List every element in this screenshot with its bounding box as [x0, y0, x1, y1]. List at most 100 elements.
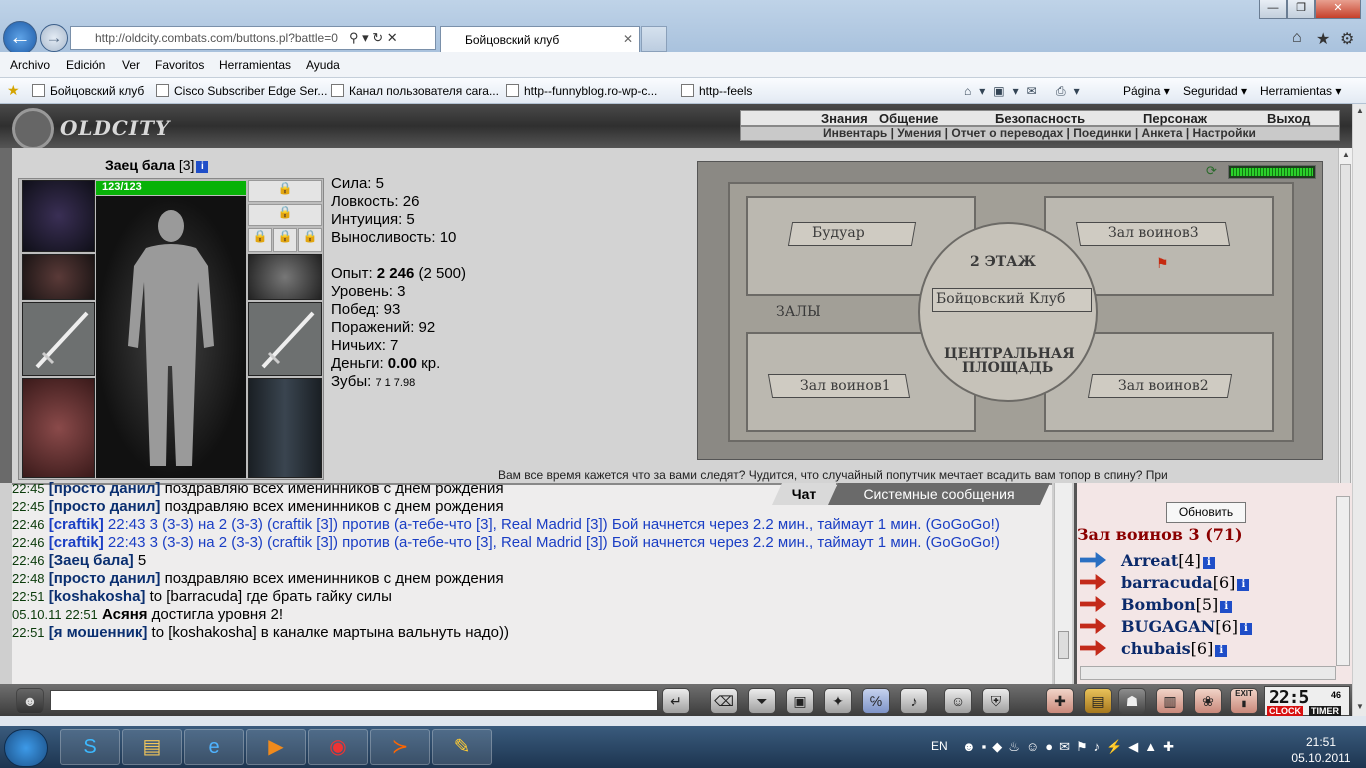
tab-active[interactable]: Бойцовский клуб ✕: [440, 26, 640, 52]
command-pagina[interactable]: Página ▾: [1123, 84, 1170, 98]
fight-icon[interactable]: ✦: [824, 688, 852, 714]
translit-icon[interactable]: ℅: [862, 688, 890, 714]
bag-icon[interactable]: ✚: [1046, 688, 1074, 714]
info-icon[interactable]: i: [1202, 557, 1215, 569]
info-icon[interactable]: i: [1239, 623, 1252, 635]
players-hscrollbar[interactable]: [1080, 666, 1336, 680]
command-seguridad[interactable]: Seguridad ▾: [1183, 84, 1247, 98]
paint-icon[interactable]: ✎: [432, 729, 492, 765]
media-player-icon[interactable]: ▶: [246, 729, 306, 765]
character-name[interactable]: Заец бала [3] i: [105, 157, 209, 173]
star-icon[interactable]: ★: [1316, 29, 1330, 49]
menu-herramientas[interactable]: Herramientas: [219, 58, 291, 72]
menu-bezopasnost[interactable]: Безопасность: [995, 111, 1085, 126]
weapon-right-slot[interactable]: [248, 302, 322, 376]
menu-ayuda[interactable]: Ayuda: [306, 58, 340, 72]
filter-icon[interactable]: ⏷: [748, 688, 776, 714]
gloves-slot[interactable]: [248, 254, 322, 300]
command-icons[interactable]: ⌂▾▣▾✉ ⎙▾: [964, 84, 1088, 99]
map-label-square[interactable]: ПЛОЩАДЬ: [962, 360, 1053, 376]
favorites-star-icon[interactable]: ★: [7, 82, 20, 99]
map-label-warriors1[interactable]: Зал воинов1: [800, 378, 891, 394]
player-item[interactable]: Arreat[4] i: [1080, 551, 1215, 570]
player-item[interactable]: chubais[6] i: [1080, 639, 1228, 658]
maximize-button[interactable]: ❐: [1287, 0, 1315, 19]
language-indicator[interactable]: EN: [931, 739, 948, 753]
helmet-icon[interactable]: ⛨: [982, 688, 1010, 714]
info-icon[interactable]: i: [196, 161, 209, 173]
chrome-icon[interactable]: ◉: [308, 729, 368, 765]
timer-label[interactable]: TIMER: [1309, 706, 1341, 716]
fish-icon[interactable]: ≻: [370, 729, 430, 765]
chat-scrollbar[interactable]: [1054, 483, 1072, 684]
send-icon[interactable]: ↵: [662, 688, 690, 714]
helmet-slot[interactable]: [22, 180, 95, 252]
fav-item[interactable]: Бойцовский клуб: [32, 84, 144, 98]
skype-icon[interactable]: S: [60, 729, 120, 765]
address-tools[interactable]: ⚲ ▾ ↻ ✕: [349, 30, 435, 46]
info-icon[interactable]: i: [1215, 645, 1228, 657]
players-scrollbar[interactable]: [1336, 496, 1350, 666]
menu-vykhod[interactable]: Выход: [1267, 111, 1310, 126]
map-label-halls[interactable]: ЗАЛЫ: [776, 304, 821, 320]
friends-icon[interactable]: ❀: [1194, 688, 1222, 714]
menu-favoritos[interactable]: Favoritos: [155, 58, 204, 72]
bracers-slot[interactable]: [22, 254, 95, 300]
menu-archivo[interactable]: Archivo: [10, 58, 50, 72]
page-scrollbar[interactable]: ▲ ▼: [1352, 104, 1366, 716]
tab-system-messages[interactable]: Системные сообщения: [828, 483, 1050, 505]
inventory-icon[interactable]: ▥: [1156, 688, 1184, 714]
info-icon[interactable]: i: [1220, 601, 1233, 613]
game-sub-menu[interactable]: Инвентарь | Умения | Отчет о переводах |…: [740, 126, 1340, 141]
refresh-icon[interactable]: ⟳: [1206, 163, 1217, 179]
menu-edicion[interactable]: Edición: [66, 58, 105, 72]
weapon-left-slot[interactable]: [22, 302, 95, 376]
fav-item[interactable]: Канал пользователя cara...: [331, 84, 499, 98]
map-label-warriors2[interactable]: Зал воинов2: [1118, 378, 1209, 394]
smile-icon[interactable]: ☺: [944, 688, 972, 714]
ie-icon[interactable]: e: [184, 729, 244, 765]
command-herramientas[interactable]: Herramientas ▾: [1260, 84, 1341, 98]
tab-close-icon[interactable]: ✕: [623, 32, 633, 46]
start-button[interactable]: [4, 729, 48, 767]
map-label-warriors3[interactable]: Зал воинов3: [1108, 225, 1199, 241]
tab-chat[interactable]: Чат: [772, 483, 836, 505]
clock-label[interactable]: CLOCK: [1267, 706, 1303, 716]
main-scrollbar[interactable]: ▲: [1338, 148, 1352, 488]
player-item[interactable]: barracuda[6] i: [1080, 573, 1250, 592]
pants-slot[interactable]: [248, 378, 322, 478]
sound-icon[interactable]: ♪: [900, 688, 928, 714]
mask-icon[interactable]: ☗: [1118, 688, 1146, 714]
map-label-club[interactable]: Бойцовский Клуб: [936, 291, 1065, 307]
folder-icon[interactable]: ▤: [122, 729, 182, 765]
chat-mode-icon[interactable]: ☻: [16, 688, 44, 714]
home-icon[interactable]: ⌂: [1292, 29, 1302, 47]
chest-icon[interactable]: ▤: [1084, 688, 1112, 714]
gear-icon[interactable]: ⚙: [1340, 29, 1354, 49]
system-tray-icons[interactable]: ☻▪◆♨☺●✉⚑♪⚡◀▲✚: [962, 739, 1180, 755]
close-window-button[interactable]: ✕: [1315, 0, 1361, 19]
system-clock[interactable]: 21:51 05.10.2011: [1290, 734, 1352, 766]
refresh-button[interactable]: Обновить: [1166, 502, 1246, 523]
fav-item[interactable]: http--funnyblog.ro-wp-c...: [506, 84, 657, 98]
armor-slot[interactable]: [22, 378, 95, 478]
player-item[interactable]: BUGAGAN[6] i: [1080, 617, 1252, 636]
map-label-floor2[interactable]: 2 ЭТАЖ: [970, 254, 1036, 270]
fav-item[interactable]: Cisco Subscriber Edge Ser...: [156, 84, 327, 98]
exit-icon[interactable]: EXIT ▮: [1230, 688, 1258, 714]
menu-ver[interactable]: Ver: [122, 58, 140, 72]
menu-personazh[interactable]: Персонаж: [1143, 111, 1207, 126]
chat-input[interactable]: [50, 690, 658, 711]
forward-icon[interactable]: →: [40, 24, 68, 52]
menu-obshchenie[interactable]: Общение: [879, 111, 938, 126]
eraser-icon[interactable]: ⌫: [710, 688, 738, 714]
minimize-button[interactable]: —: [1259, 0, 1287, 19]
fav-item[interactable]: http--feels: [681, 84, 752, 98]
save-icon[interactable]: ▣: [786, 688, 814, 714]
info-icon[interactable]: i: [1237, 579, 1250, 591]
player-item[interactable]: Bombon[5] i: [1080, 595, 1233, 614]
menu-znaniya[interactable]: Знания: [821, 111, 868, 126]
back-icon[interactable]: ←: [3, 21, 37, 55]
new-tab-button[interactable]: [641, 26, 667, 52]
map-label-buduar[interactable]: Будуар: [812, 225, 865, 241]
